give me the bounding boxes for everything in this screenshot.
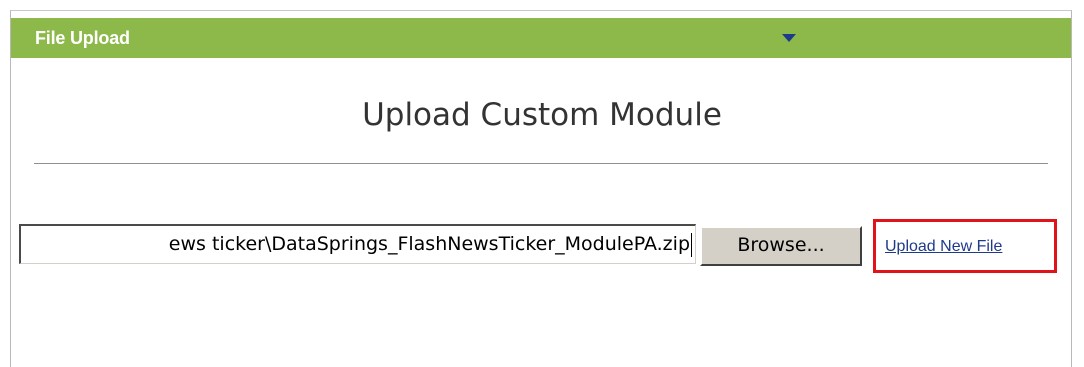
text-caret: [691, 232, 692, 257]
panel-header: File Upload: [11, 18, 1071, 58]
triangle-down-icon[interactable]: [781, 31, 797, 43]
browse-button[interactable]: Browse...: [700, 226, 862, 266]
file-path-value: ews ticker\DataSprings_FlashNewsTicker_M…: [168, 233, 690, 255]
upload-new-file-link[interactable]: Upload New File: [885, 238, 1002, 256]
page-title: Upload Custom Module: [362, 97, 722, 133]
file-path-input[interactable]: ews ticker\DataSprings_FlashNewsTicker_M…: [19, 224, 696, 264]
file-upload-panel: File Upload Upload Custom Module: [10, 10, 1072, 367]
panel-header-title: File Upload: [35, 28, 130, 48]
title-divider: [34, 163, 1048, 164]
